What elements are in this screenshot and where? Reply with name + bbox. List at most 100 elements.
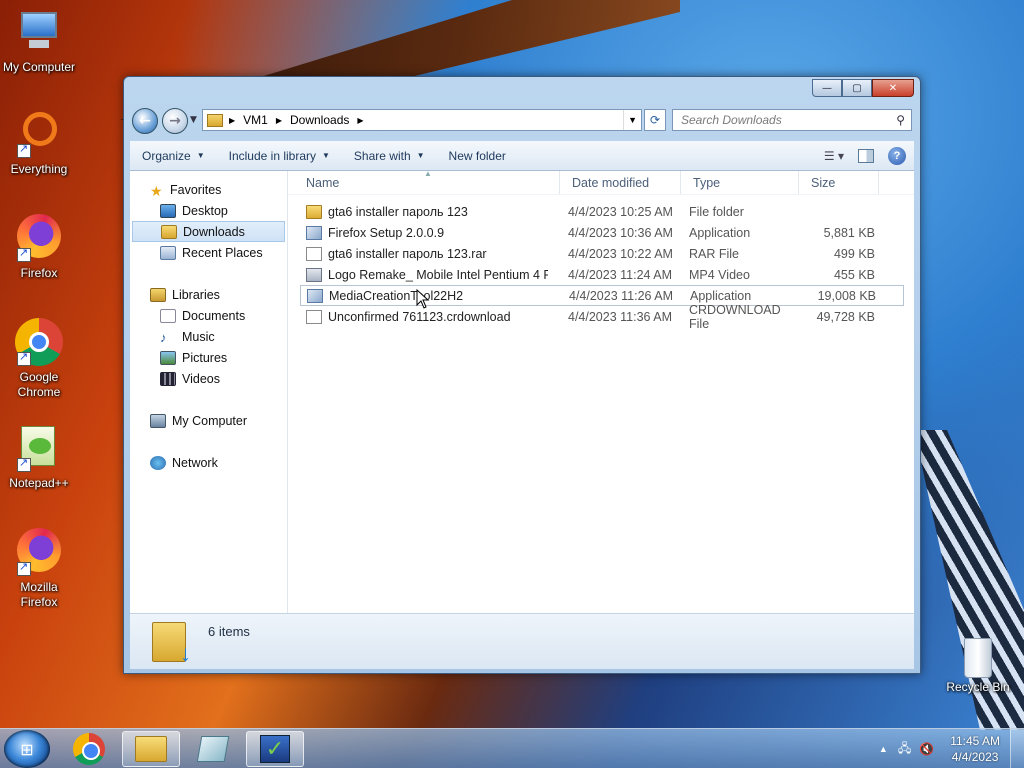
downloads-folder-icon [161, 224, 177, 239]
desktop-icon-recycle-bin[interactable]: Recycle Bin [936, 632, 1020, 694]
network-status-icon[interactable]: 🖧 [898, 739, 911, 760]
taskbar-action-center-app[interactable]: ✓ [246, 731, 304, 767]
nav-music[interactable]: ♪ Music [130, 326, 287, 347]
file-icon [306, 309, 322, 324]
search-input[interactable]: Search Downloads ⚲ [672, 109, 912, 131]
search-icon[interactable]: ⚲ [896, 113, 905, 127]
forward-button[interactable]: → [162, 108, 188, 134]
column-header-size[interactable]: Size [799, 171, 879, 194]
preview-pane-icon[interactable] [858, 148, 874, 163]
table-row[interactable]: Unconfirmed 761123.crdownload 4/4/2023 1… [288, 303, 914, 331]
start-button[interactable]: ⊞ [4, 730, 50, 768]
view-options-icon[interactable]: ☰ ▾ [824, 149, 844, 163]
file-name: Logo Remake_ Mobile Intel Pentium 4 Pr..… [328, 267, 548, 282]
nav-label: Recent Places [182, 245, 263, 260]
file-size: 5,881 KB [823, 225, 875, 240]
nav-documents[interactable]: Documents [130, 305, 287, 326]
nav-recent-places[interactable]: Recent Places [130, 242, 287, 263]
videos-icon [160, 371, 176, 386]
back-button[interactable]: ← [132, 108, 158, 134]
shortcut-arrow-icon [17, 560, 31, 576]
new-folder-label: New folder [448, 148, 506, 163]
desktop-icon-everything[interactable]: Everything [0, 110, 78, 176]
breadcrumb-chevron-icon[interactable]: ▶ [276, 116, 282, 125]
nav-label: Videos [182, 371, 220, 386]
system-tray: ▲ 🖧 🔇 11:45 AM 4/4/2023 [879, 729, 1024, 768]
column-header-date[interactable]: Date modified [560, 171, 681, 194]
recent-pages-dropdown-icon[interactable]: ▼ [190, 115, 197, 125]
taskbar-explorer[interactable] [122, 731, 180, 767]
file-type: Application [690, 288, 752, 303]
network-icon [150, 455, 166, 470]
file-name: gta6 installer пароль 123.rar [328, 246, 487, 261]
show-desktop-button[interactable] [1010, 729, 1024, 768]
nav-pictures[interactable]: Pictures [130, 347, 287, 368]
nav-label: Libraries [172, 287, 220, 302]
nav-my-computer[interactable]: My Computer [130, 410, 287, 431]
nav-videos[interactable]: Videos [130, 368, 287, 389]
file-type: CRDOWNLOAD File [689, 302, 781, 331]
desktop-icon-my-computer[interactable]: My Computer [0, 8, 78, 74]
taskbar-app[interactable] [184, 731, 242, 767]
address-bar[interactable]: ▶ VM1 ▶ Downloads ▶ ▼ [202, 109, 642, 131]
show-hidden-icons-icon[interactable]: ▲ [879, 744, 888, 754]
downloads-folder-icon [152, 621, 191, 667]
file-type: Application [689, 225, 751, 240]
pictures-icon [160, 350, 176, 365]
file-date: 4/4/2023 11:36 AM [568, 309, 673, 324]
checkmark-warning-icon: ✓ [260, 735, 290, 763]
minimize-button[interactable]: — [812, 79, 842, 97]
refresh-button[interactable]: ⟳ [644, 109, 666, 131]
table-row[interactable]: gta6 installer пароль 123 4/4/2023 10:25… [288, 201, 914, 222]
table-row-selected[interactable]: MediaCreationTool22H2 4/4/2023 11:26 AM … [300, 285, 904, 306]
organize-label: Organize [142, 148, 191, 163]
file-size: 499 KB [833, 246, 875, 261]
libraries-icon [150, 287, 166, 302]
organize-menu[interactable]: Organize ▼ [130, 141, 217, 170]
nav-label: My Computer [172, 413, 248, 428]
breadcrumb-chevron-icon[interactable]: ▶ [357, 116, 363, 125]
taskbar-chrome[interactable] [60, 731, 118, 767]
maximize-button[interactable]: ▢ [842, 79, 872, 97]
desktop-icon-firefox[interactable]: Firefox [0, 214, 78, 280]
clock[interactable]: 11:45 AM 4/4/2023 [940, 733, 1010, 765]
nav-desktop[interactable]: Desktop [130, 200, 287, 221]
file-name: gta6 installer пароль 123 [328, 204, 468, 219]
file-name: MediaCreationTool22H2 [329, 288, 464, 303]
desktop-icon-label: Everything [10, 162, 68, 176]
search-placeholder: Search Downloads [681, 113, 782, 127]
file-size: 49,728 KB [816, 309, 875, 324]
shortcut-arrow-icon [17, 456, 31, 472]
nav-libraries[interactable]: Libraries [130, 284, 287, 305]
breadcrumb-downloads[interactable]: Downloads [290, 113, 349, 127]
breadcrumb-chevron-icon[interactable]: ▶ [229, 116, 235, 125]
computer-icon [150, 413, 166, 428]
nav-downloads[interactable]: Downloads [132, 221, 285, 242]
nav-network[interactable]: Network [130, 452, 287, 473]
file-size: 455 KB [833, 267, 875, 282]
desktop-icon-notepadpp[interactable]: Notepad++ [0, 424, 78, 490]
nav-favorites[interactable]: ★ Favorites [130, 179, 287, 200]
table-row[interactable]: Logo Remake_ Mobile Intel Pentium 4 Pr..… [288, 264, 914, 285]
column-header-type[interactable]: Type [681, 171, 799, 194]
window-controls: — ▢ ✕ [812, 79, 914, 97]
share-with-menu[interactable]: Share with ▼ [342, 141, 437, 170]
new-folder-button[interactable]: New folder [437, 141, 518, 170]
nav-label: Documents [182, 308, 246, 323]
file-date: 4/4/2023 10:25 AM [568, 204, 673, 219]
include-in-library-menu[interactable]: Include in library ▼ [217, 141, 342, 170]
table-row[interactable]: gta6 installer пароль 123.rar 4/4/2023 1… [288, 243, 914, 264]
help-icon[interactable]: ? [888, 146, 906, 165]
column-header-name[interactable]: Name [288, 171, 560, 194]
volume-muted-icon[interactable]: 🔇 [919, 742, 934, 756]
desktop-icon-google-chrome[interactable]: Google Chrome [0, 318, 78, 400]
nav-label: Desktop [182, 203, 228, 218]
computer-icon [15, 8, 63, 56]
table-row[interactable]: Firefox Setup 2.0.0.9 4/4/2023 10:36 AM … [288, 222, 914, 243]
desktop-icon-mozilla-firefox[interactable]: Mozilla Firefox [0, 528, 78, 610]
address-dropdown-icon[interactable]: ▼ [623, 110, 641, 130]
close-button[interactable]: ✕ [872, 79, 914, 97]
breadcrumb-vm1[interactable]: VM1 [243, 113, 268, 127]
folder-icon [306, 204, 322, 219]
windows-logo-icon: ⊞ [20, 739, 34, 759]
